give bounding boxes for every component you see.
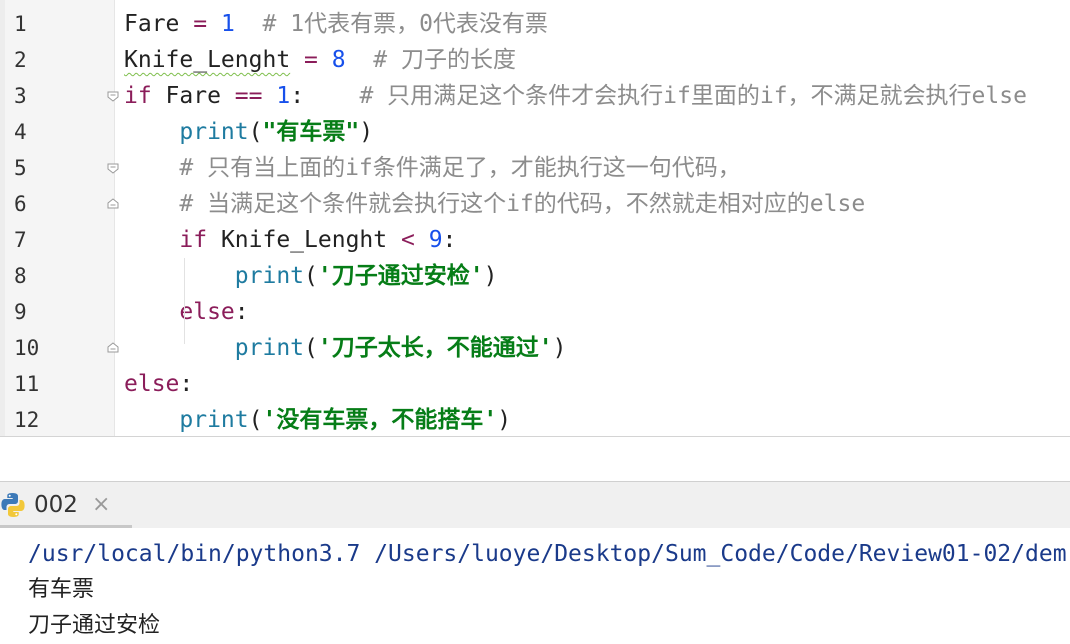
code-line[interactable]: # 当满足这个条件就会执行这个if的代码，不然就走相对应的else [124, 186, 865, 222]
run-tab-002[interactable]: 002 × [0, 482, 132, 528]
code-line[interactable]: print('没有车票，不能搭车') [124, 402, 511, 436]
code-token: if [124, 83, 152, 109]
code-token: # 1代表有票，0代表没有票 [234, 11, 548, 37]
code-token: ( [248, 119, 263, 145]
code-token: ) [497, 407, 512, 433]
line-number: 12 [14, 408, 40, 432]
code-token: Fare [151, 83, 235, 109]
code-line[interactable]: else: [124, 366, 193, 402]
code-token: '没有车票，不能搭车' [262, 407, 498, 433]
console-output-line: 有车票 [28, 577, 95, 602]
code-token: ( [248, 407, 263, 433]
fold-close-icon[interactable] [106, 197, 120, 211]
code-token: else [124, 371, 180, 397]
code-line[interactable]: else: [124, 294, 249, 330]
code-token: print [234, 263, 305, 289]
run-tab-label: 002 [34, 492, 78, 518]
code-token: = [304, 47, 318, 73]
line-number: 1 [14, 12, 27, 36]
code-token: ) [552, 335, 567, 361]
code-token: : [442, 227, 457, 253]
code-token: # 当满足这个条件就会执行这个if的代码，不然就走相对应的else [179, 191, 866, 217]
code-token: print [234, 335, 305, 361]
line-number: 2 [14, 48, 27, 72]
gutter-edge [0, 0, 5, 436]
code-token: = [193, 11, 208, 37]
code-token: # 只有当上面的if条件满足了，才能执行这一句代码， [179, 155, 741, 181]
line-number: 10 [14, 336, 40, 360]
code-token: Fare [124, 11, 194, 37]
code-line[interactable]: print('刀子通过安检') [124, 258, 498, 294]
code-token: else [179, 299, 235, 325]
code-line[interactable]: print("有车票") [124, 114, 373, 150]
indent-guide [184, 258, 185, 344]
code-token: ( [304, 263, 318, 289]
code-token: if [179, 227, 208, 253]
code-token: Knife_Lenght [207, 227, 401, 253]
code-line[interactable]: Fare = 1 # 1代表有票，0代表没有票 [124, 6, 548, 42]
code-token: '刀子通过安检' [317, 263, 484, 289]
code-token: ) [483, 263, 498, 289]
code-token: '刀子太长，不能通过' [317, 335, 553, 361]
line-number: 7 [14, 228, 27, 252]
line-number: 8 [14, 264, 27, 288]
code-line[interactable]: if Fare == 1: # 只用满足这个条件才会执行if里面的if，不满足就… [124, 78, 1027, 114]
line-number: 3 [14, 84, 27, 108]
code-token: : [179, 371, 194, 397]
run-tool-window-tabbar: 002 × [0, 481, 1070, 529]
console-output-line: 刀子通过安检 [28, 613, 161, 638]
code-token: : [234, 299, 249, 325]
code-token: # 只用满足这个条件才会执行if里面的if，不满足就会执行else [359, 83, 1027, 109]
fold-open-icon[interactable] [106, 89, 120, 103]
code-token: ( [304, 335, 318, 361]
console-command-line: /usr/local/bin/python3.7 /Users/luoye/De… [28, 541, 1067, 567]
line-number: 9 [14, 300, 27, 324]
fold-close-icon[interactable] [106, 341, 120, 355]
code-token: print [179, 407, 249, 433]
code-token: 1 [276, 83, 291, 109]
code-token: == [234, 83, 263, 109]
line-number: 6 [14, 192, 27, 216]
code-editor[interactable]: 1 2 3 4 5 6 7 8 9 10 11 12 Fare = 1 # 1代表有票，0代表没有票 K… [0, 0, 1070, 436]
code-token: "有车票" [262, 119, 360, 145]
close-icon[interactable]: × [92, 491, 110, 519]
line-number: 5 [14, 156, 27, 180]
python-icon [1, 493, 25, 517]
code-token: 8 [331, 47, 346, 73]
line-number: 4 [14, 120, 27, 144]
code-token: Knife_Lenght [124, 47, 291, 73]
code-line[interactable]: Knife_Lenght = 8 # 刀子的长度 [124, 42, 516, 78]
code-token: print [179, 119, 249, 145]
code-token: : [290, 83, 360, 109]
code-token: 9 [428, 227, 443, 253]
line-number: 11 [14, 372, 40, 396]
code-line[interactable]: # 只有当上面的if条件满足了，才能执行这一句代码， [124, 150, 741, 186]
code-line[interactable]: print('刀子太长，不能通过') [124, 330, 567, 366]
code-token: 1 [220, 11, 235, 37]
run-console[interactable]: /usr/local/bin/python3.7 /Users/luoye/De… [0, 528, 1070, 644]
code-token: # 刀子的长度 [345, 47, 516, 73]
code-token: ) [359, 119, 374, 145]
editor-empty-space [0, 437, 1070, 481]
code-token: < [400, 227, 415, 253]
code-line[interactable]: if Knife_Lenght < 9: [124, 222, 456, 258]
fold-open-icon[interactable] [106, 161, 120, 175]
